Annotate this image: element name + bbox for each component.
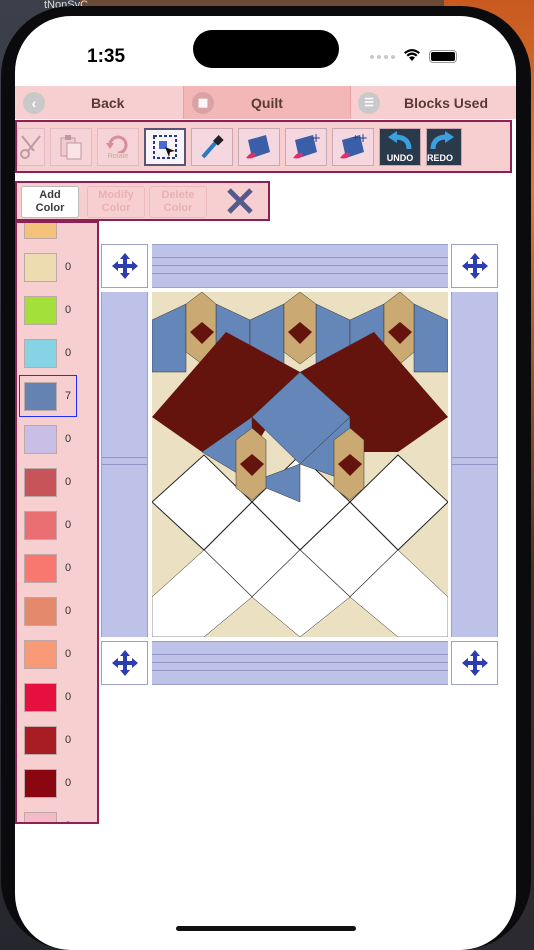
fabric-paint-icon [246,134,270,158]
status-time: 1:35 [87,46,126,67]
color-swatch[interactable] [24,554,57,583]
quilt-block[interactable] [152,292,448,637]
cut-button[interactable] [17,127,45,166]
top-nav-bar: ‹ Back ▦ Quilt ☰ Blocks Used [15,86,516,119]
back-button[interactable]: ‹ Back [15,86,183,119]
border-top[interactable] [152,244,448,288]
color-swatch[interactable] [24,640,57,669]
move-handle-top-right[interactable] [451,244,498,288]
color-swatch[interactable] [24,597,57,626]
rotate-label: Rotate [107,153,129,160]
color-actions-bar: Add Color Modify Color Delete Color [15,181,270,221]
signal-icon [370,54,395,59]
paste-icon [60,134,82,159]
border-left[interactable] [101,292,148,637]
color-palette: 00070000000000 [15,221,99,824]
undo-icon [388,130,412,149]
color-swatch[interactable] [24,812,57,822]
dynamic-island [193,30,339,68]
delete-color-button[interactable]: Delete Color [149,186,207,218]
select-block-icon [153,134,177,159]
color-swatch[interactable] [24,683,57,712]
editing-toolbar: Rotate + + + UNDO REDO [15,120,512,173]
close-color-bar-button[interactable] [225,186,255,222]
swatch-usage-count: 0 [65,777,72,789]
battery-icon [429,50,457,63]
scissors-icon [20,134,41,159]
back-chevron-icon: ‹ [23,91,45,114]
tab-quilt-label: Quilt [251,94,283,111]
list-icon: ☰ [358,91,380,114]
rotate-button[interactable]: Rotate [97,127,139,166]
select-block-button[interactable] [144,127,186,166]
color-swatch[interactable] [24,511,57,540]
fabric-add-button[interactable]: + [285,127,327,166]
swatch-usage-count: 0 [65,433,72,445]
back-label: Back [91,94,125,111]
swatch-usage-count: 0 [65,648,72,660]
fabric-paint-button[interactable] [238,127,280,166]
selected-swatch-highlight [19,375,77,417]
swatch-usage-count: 0 [65,519,72,531]
redo-label: REDO [427,152,454,163]
redo-icon [430,130,454,149]
swatch-usage-count: 0 [65,476,72,488]
phone-frame: 1:35 ‹ Back ▦ Quilt ☰ Blocks Used Rotate… [1,6,531,950]
app-screen: 1:35 ‹ Back ▦ Quilt ☰ Blocks Used Rotate… [15,16,516,950]
fabric-add-icon: + [293,132,321,158]
color-swatch[interactable] [24,425,57,454]
color-swatch[interactable] [24,253,57,282]
swatch-usage-count: 0 [65,304,72,316]
move-arrows-icon [111,650,138,676]
undo-label: UNDO [386,152,414,163]
swatch-usage-count: 0 [65,691,72,703]
tab-quilt[interactable]: ▦ Quilt [183,86,351,119]
rotate-icon [106,135,128,153]
paste-button[interactable] [50,127,92,166]
fabric-add-sparkle-button[interactable]: + + [332,127,374,166]
move-handle-bottom-left[interactable] [101,641,148,685]
move-arrows-icon [461,650,488,676]
close-icon [227,188,253,214]
move-handle-bottom-right[interactable] [451,641,498,685]
redo-button[interactable]: REDO [426,127,462,166]
color-swatch[interactable] [24,468,57,497]
home-indicator[interactable] [176,926,356,931]
color-swatch[interactable] [24,769,57,798]
tab-blocks-used-label: Blocks Used [403,94,489,111]
swatch-usage-count: 0 [65,562,72,574]
eyedropper-icon [201,134,224,158]
svg-text:+: + [358,132,368,145]
color-swatch[interactable] [24,726,57,755]
swatch-usage-count: 0 [65,261,72,273]
swatch-usage-count: 0 [65,734,72,746]
border-bottom[interactable] [152,641,448,685]
color-swatch[interactable] [24,339,57,368]
move-handle-top-left[interactable] [101,244,148,288]
move-arrows-icon [111,253,138,279]
color-swatch[interactable] [24,223,57,239]
tab-blocks-used[interactable]: ☰ Blocks Used [350,86,516,119]
color-swatch[interactable] [24,296,57,325]
svg-text:+: + [352,133,359,142]
swatch-usage-count: 0 [65,347,72,359]
eyedropper-button[interactable] [191,127,233,166]
wifi-icon [403,48,421,65]
fabric-add-sparkle-icon: ++ [340,132,368,158]
undo-button[interactable]: UNDO [379,127,421,166]
grid-icon: ▦ [192,91,214,114]
swatch-usage-count: 0 [65,820,71,822]
border-right[interactable] [451,292,498,637]
quilt-editor [101,244,501,685]
add-color-button[interactable]: Add Color [21,186,79,218]
status-icons [370,48,457,65]
svg-text:+: + [311,132,321,145]
modify-color-button[interactable]: Modify Color [87,186,145,218]
swatch-usage-count: 0 [65,605,72,617]
move-arrows-icon [461,253,488,279]
